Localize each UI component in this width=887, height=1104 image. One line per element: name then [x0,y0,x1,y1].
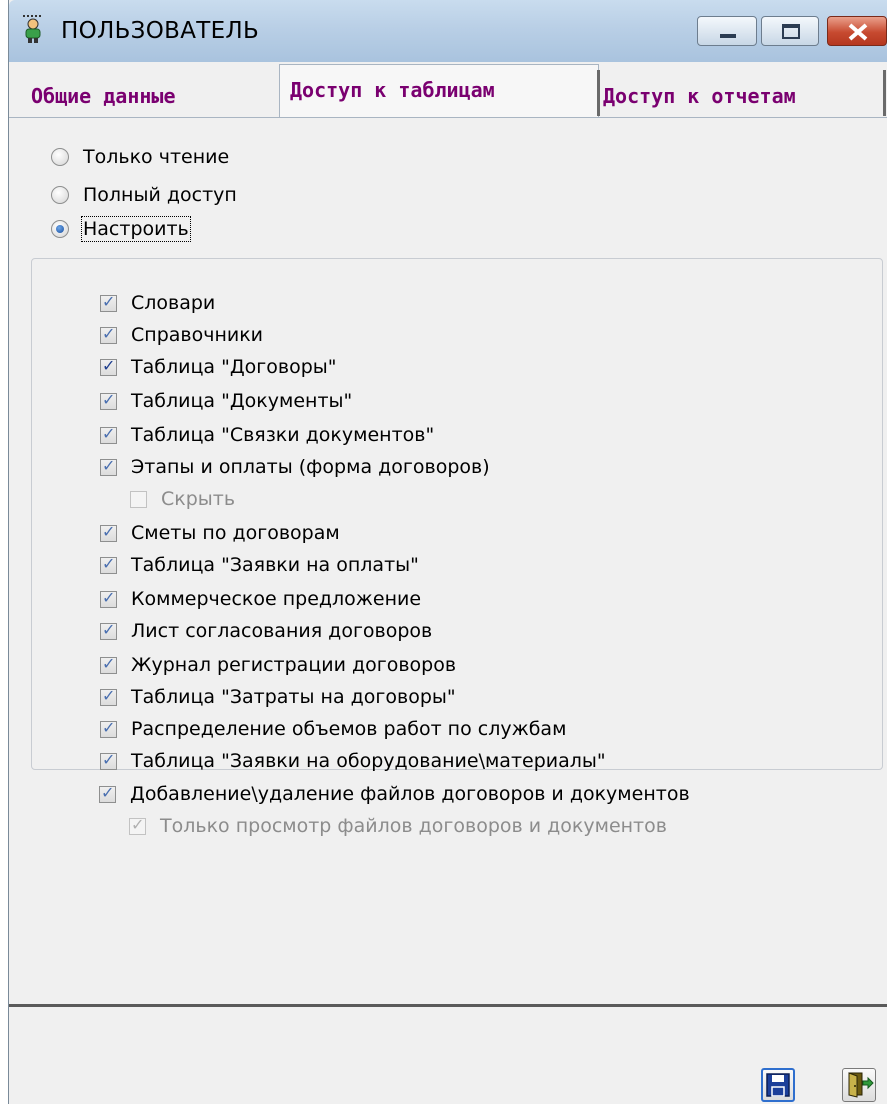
permission-costs-table[interactable]: Таблица "Затраты на договоры" [100,683,456,711]
checkbox[interactable] [100,554,117,574]
minimize-button[interactable] [697,16,757,46]
checkbox[interactable] [100,522,117,542]
radio-read-only[interactable]: Только чтение [51,142,229,172]
permission-payment-requests-table[interactable]: Таблица "Заявки на оплаты" [100,551,419,579]
radio-button-selected[interactable] [51,220,69,238]
checkbox-label: Таблица "Договоры" [131,356,337,378]
tab-separator [883,70,886,116]
minimize-icon [720,34,736,38]
permission-equipment-requests-table[interactable]: Таблица "Заявки на оборудование\материал… [100,747,606,775]
checkbox-label: Сметы по договорам [131,522,340,544]
checkbox[interactable] [100,324,117,344]
checkbox-label: Распределение объемов работ по службам [131,718,567,740]
checkbox-label: Коммерческое предложение [131,588,422,610]
permission-stages-payments[interactable]: Этапы и оплаты (форма договоров) [100,453,490,481]
tab-table-access[interactable]: Доступ к таблицам [290,78,495,102]
permission-hide: Скрыть [130,485,235,513]
radio-button[interactable] [51,186,69,204]
permission-approval-sheet[interactable]: Лист согласования договоров [100,617,432,645]
checkbox[interactable] [100,292,117,312]
permission-registration-journal[interactable]: Журнал регистрации договоров [100,651,456,679]
checkbox-label: Таблица "Связки документов" [131,424,435,446]
checkbox[interactable] [99,783,116,803]
permission-reference-books[interactable]: Справочники [100,321,263,349]
checkbox[interactable] [100,424,117,444]
checkbox[interactable] [100,718,117,738]
permission-dictionaries[interactable]: Словари [100,289,215,317]
checkbox[interactable] [100,588,117,608]
checkbox-label: Этапы и оплаты (форма договоров) [131,456,490,478]
permission-documents-table[interactable]: Таблица "Документы" [100,387,352,415]
tab-general-data[interactable]: Общие данные [31,84,176,108]
checkbox-disabled [129,815,146,835]
checkbox[interactable] [100,390,117,410]
window-title: ПОЛЬЗОВАТЕЛЬ [61,18,260,44]
close-button[interactable] [827,16,887,46]
permission-commercial-offer[interactable]: Коммерческое предложение [100,585,421,613]
exit-door-icon [848,1072,874,1098]
exit-button[interactable] [842,1068,876,1102]
permission-estimates[interactable]: Сметы по договорам [100,519,340,547]
radio-button[interactable] [51,148,69,166]
title-bar[interactable]: ПОЛЬЗОВАТЕЛЬ [9,0,887,63]
permission-work-distribution[interactable]: Распределение объемов работ по службам [100,715,566,743]
checkbox-label: Справочники [131,324,264,346]
user-icon [23,15,43,43]
tab-separator [597,70,600,116]
checkbox-disabled [130,490,147,508]
checkbox[interactable] [100,686,117,706]
permissions-panel: Словари Справочники Таблица "Договоры" Т… [31,258,883,772]
radio-label: Настроить [81,216,191,242]
permission-file-view-only: Только просмотр файлов договоров и докум… [129,812,667,840]
checkbox[interactable] [100,654,117,674]
user-window: ПОЛЬЗОВАТЕЛЬ Общие данные Доступ к табли… [8,0,887,1104]
maximize-icon [782,24,800,39]
checkbox[interactable] [100,356,117,376]
save-icon [766,1073,790,1097]
radio-label: Полный доступ [83,184,237,206]
tab-underline [9,117,887,118]
radio-label: Только чтение [83,146,230,168]
radio-full-access[interactable]: Полный доступ [51,180,237,210]
checkbox-label: Таблица "Заявки на оборудование\материал… [131,750,606,772]
checkbox[interactable] [100,620,117,640]
permission-contracts-table[interactable]: Таблица "Договоры" [100,353,337,381]
checkbox-label: Лист согласования договоров [131,620,433,642]
checkbox-label: Таблица "Документы" [131,390,353,412]
checkbox-label: Добавление\удаление файлов договоров и д… [130,783,690,805]
checkbox-label: Таблица "Затраты на договоры" [131,686,456,708]
checkbox-label: Скрыть [161,488,236,510]
checkbox-label: Только просмотр файлов договоров и докум… [160,815,667,837]
permission-file-add-delete[interactable]: Добавление\удаление файлов договоров и д… [99,780,690,808]
checkbox-label: Таблица "Заявки на оплаты" [131,554,419,576]
permission-document-links-table[interactable]: Таблица "Связки документов" [100,421,434,449]
close-icon [848,23,868,41]
save-button[interactable] [761,1068,795,1102]
radio-customize[interactable]: Настроить [51,214,191,244]
checkbox[interactable] [100,750,117,770]
tab-report-access[interactable]: Доступ к отчетам [603,84,796,108]
maximize-button[interactable] [761,16,819,46]
checkbox-label: Словари [131,292,216,314]
checkbox[interactable] [100,456,117,476]
checkbox-label: Журнал регистрации договоров [131,654,457,676]
footer-divider [9,1004,887,1007]
